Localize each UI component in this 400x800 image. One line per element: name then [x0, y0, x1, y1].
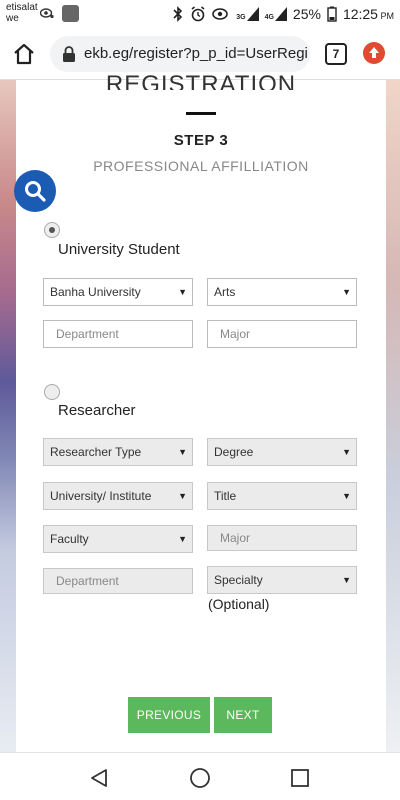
home-icon[interactable] [12, 42, 36, 66]
battery-icon [327, 6, 337, 22]
network-type-label-2: 4G [264, 14, 274, 21]
battery-percentage: 25% [292, 6, 321, 22]
university-select[interactable]: Banha University [43, 278, 193, 306]
search-icon [25, 181, 46, 202]
researcher-radio[interactable] [44, 384, 60, 400]
background-photo-left [0, 80, 16, 752]
student-radio[interactable] [44, 222, 60, 238]
clock: 12:25 PM [343, 6, 394, 22]
update-button[interactable] [363, 42, 385, 64]
student-section-label: University Student [58, 241, 180, 258]
researcher-department-field[interactable]: Department [43, 568, 193, 594]
background-photo-right [386, 80, 400, 752]
eye-comfort-icon-right [212, 8, 229, 20]
bluetooth-icon [173, 6, 183, 22]
step-subtitle: PROFESSIONAL AFFILLIATION [93, 158, 309, 174]
carrier-sub: we [6, 13, 19, 24]
registration-card: REGISTRATION STEP 3 PROFESSIONAL AFFILLI… [16, 71, 386, 752]
signal-3g-icon: 3G [236, 7, 259, 21]
department-field[interactable]: Department [43, 320, 193, 348]
title-select[interactable]: Title [207, 482, 357, 510]
institute-select[interactable]: University/ Institute [43, 482, 193, 510]
recents-icon[interactable] [291, 769, 309, 787]
home-nav-icon[interactable] [189, 767, 211, 789]
clock-time: 12:25 [342, 6, 378, 22]
arrow-up-icon [369, 47, 379, 58]
address-bar[interactable]: ekb.eg/register?p_p_id=UserRegistrat [50, 36, 310, 72]
url-text[interactable]: ekb.eg/register?p_p_id=UserRegistrat [84, 45, 308, 62]
signal-4g-icon: 4G [265, 7, 287, 21]
status-indicators: 3G 4G 25% 12:25 PM [172, 4, 394, 24]
researcher-type-select[interactable]: Researcher Type [43, 438, 193, 466]
major-field[interactable]: Major [207, 320, 357, 348]
previous-button[interactable]: PREVIOUS [128, 697, 210, 733]
network-type-label: 3G [236, 14, 246, 21]
tab-switcher-button[interactable]: 7 [325, 43, 347, 65]
degree-select[interactable]: Degree [207, 438, 357, 466]
page-title: REGISTRATION [105, 71, 297, 90]
researcher-section-label: Researcher [58, 402, 136, 419]
step-label: STEP 3 [173, 132, 229, 149]
lock-icon [63, 46, 75, 62]
search-button[interactable] [14, 170, 56, 212]
carrier-name: etisalat [6, 2, 38, 13]
faculty-select[interactable]: Arts [207, 278, 357, 306]
researcher-faculty-select[interactable]: Faculty [43, 525, 193, 553]
eye-comfort-icon [40, 8, 54, 19]
researcher-major-field[interactable]: Major [207, 525, 357, 551]
clock-ampm: PM [380, 11, 395, 21]
carrier-label: etisalat we [6, 2, 38, 24]
title-divider [186, 112, 216, 115]
app-notification-icon [62, 5, 79, 22]
android-nav-bar [0, 752, 400, 800]
back-icon[interactable] [89, 768, 109, 788]
specialty-select[interactable]: Specialty [207, 566, 357, 594]
next-button[interactable]: NEXT [214, 697, 272, 733]
status-bar: etisalat we 3G 4G 25% 12:25 PM [0, 0, 400, 28]
optional-note: (Optional) [208, 596, 270, 612]
alarm-icon [191, 6, 205, 22]
